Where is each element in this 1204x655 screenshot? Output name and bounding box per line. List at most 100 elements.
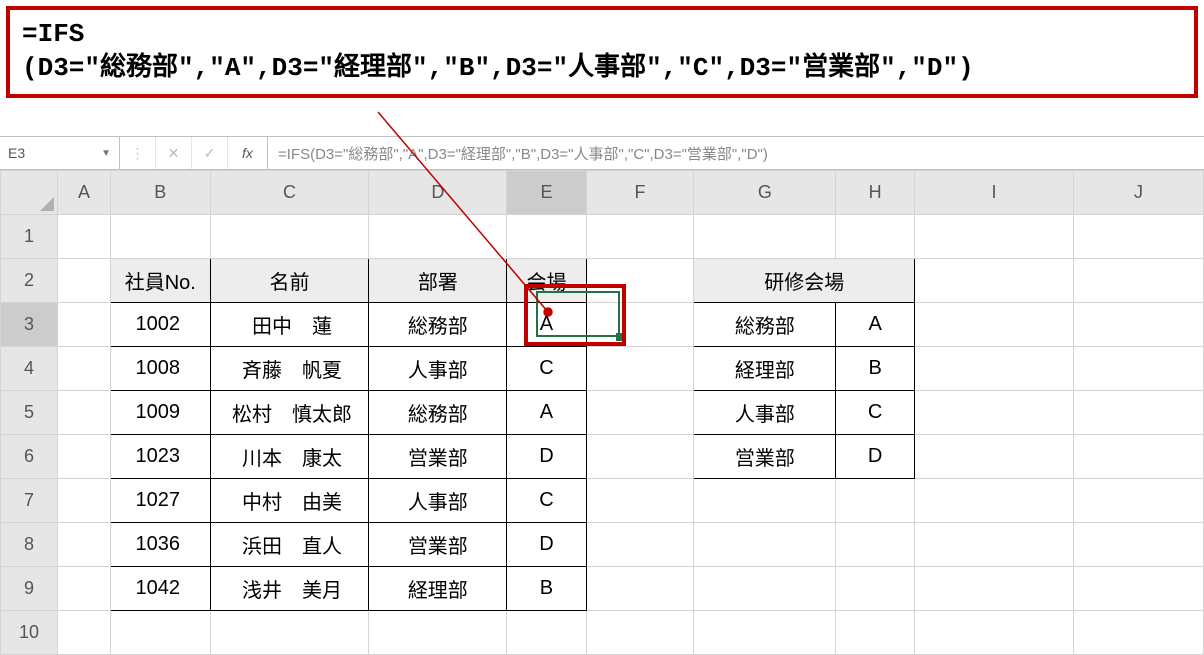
table-row[interactable]: 田中 蓮 — [210, 303, 369, 347]
cell[interactable] — [586, 391, 694, 435]
cell[interactable] — [507, 215, 586, 259]
table-row[interactable]: D — [507, 435, 586, 479]
cell[interactable] — [1074, 611, 1204, 655]
cell[interactable] — [369, 611, 507, 655]
col-header-F[interactable]: F — [586, 171, 694, 215]
table-row[interactable]: 人事部 — [369, 347, 507, 391]
table-row[interactable]: 経理部 — [694, 347, 836, 391]
cell[interactable] — [915, 259, 1074, 303]
table-row[interactable]: A — [836, 303, 915, 347]
cell[interactable] — [58, 523, 111, 567]
table-row[interactable]: 1027 — [110, 479, 210, 523]
row-header-3[interactable]: 3 — [1, 303, 58, 347]
cell[interactable] — [836, 567, 915, 611]
row-header-9[interactable]: 9 — [1, 567, 58, 611]
cell[interactable] — [1074, 479, 1204, 523]
cell[interactable] — [694, 523, 836, 567]
table-row[interactable]: 経理部 — [369, 567, 507, 611]
formula-input[interactable]: =IFS(D3="総務部","A",D3="経理部","B",D3="人事部",… — [268, 137, 1204, 169]
row-header-2[interactable]: 2 — [1, 259, 58, 303]
cell[interactable] — [110, 215, 210, 259]
table-row[interactable]: 1009 — [110, 391, 210, 435]
col-header-E[interactable]: E — [507, 171, 586, 215]
cell[interactable] — [915, 347, 1074, 391]
col-header-H[interactable]: H — [836, 171, 915, 215]
cell[interactable] — [586, 303, 694, 347]
cell[interactable] — [586, 215, 694, 259]
row-header-10[interactable]: 10 — [1, 611, 58, 655]
cell[interactable] — [915, 567, 1074, 611]
table-row[interactable]: B — [836, 347, 915, 391]
col-header-C[interactable]: C — [210, 171, 369, 215]
name-box[interactable]: E3 ▼ — [0, 137, 120, 169]
cell[interactable] — [915, 391, 1074, 435]
col-header-A[interactable]: A — [58, 171, 111, 215]
cell[interactable] — [58, 303, 111, 347]
selected-cell[interactable]: A — [507, 303, 586, 347]
table-row[interactable]: 人事部 — [694, 391, 836, 435]
table1-header-no[interactable]: 社員No. — [110, 259, 210, 303]
row-header-6[interactable]: 6 — [1, 435, 58, 479]
col-header-B[interactable]: B — [110, 171, 210, 215]
cell[interactable] — [1074, 391, 1204, 435]
table2-header[interactable]: 研修会場 — [694, 259, 915, 303]
confirm-icon[interactable]: ✓ — [192, 137, 228, 169]
table-row[interactable]: 1042 — [110, 567, 210, 611]
table-row[interactable]: 1023 — [110, 435, 210, 479]
table-row[interactable]: 1008 — [110, 347, 210, 391]
cell[interactable] — [58, 435, 111, 479]
cell[interactable] — [58, 479, 111, 523]
cell[interactable] — [1074, 215, 1204, 259]
cell[interactable] — [915, 215, 1074, 259]
cell[interactable] — [915, 479, 1074, 523]
table-row[interactable]: C — [836, 391, 915, 435]
cell[interactable] — [369, 215, 507, 259]
cell[interactable] — [586, 567, 694, 611]
cell[interactable] — [836, 523, 915, 567]
cell[interactable] — [110, 611, 210, 655]
cell[interactable] — [915, 611, 1074, 655]
cell[interactable] — [915, 303, 1074, 347]
spreadsheet-grid[interactable]: A B C D E F G H I J 1 2 社員No. 名前 部署 会場 研… — [0, 170, 1204, 653]
cell[interactable] — [1074, 523, 1204, 567]
formula-more-icon[interactable]: ⋮ — [120, 137, 156, 169]
table-row[interactable]: 人事部 — [369, 479, 507, 523]
cell[interactable] — [586, 259, 694, 303]
table-row[interactable]: D — [507, 523, 586, 567]
cell[interactable] — [915, 523, 1074, 567]
cell[interactable] — [586, 435, 694, 479]
table-row[interactable]: 営業部 — [694, 435, 836, 479]
fx-icon[interactable]: fx — [228, 137, 268, 169]
cell[interactable] — [58, 259, 111, 303]
cell[interactable] — [694, 611, 836, 655]
row-header-7[interactable]: 7 — [1, 479, 58, 523]
cell[interactable] — [1074, 303, 1204, 347]
cell[interactable] — [694, 567, 836, 611]
cell[interactable] — [58, 347, 111, 391]
cell[interactable] — [210, 215, 369, 259]
col-header-G[interactable]: G — [694, 171, 836, 215]
col-header-I[interactable]: I — [915, 171, 1074, 215]
cell[interactable] — [586, 523, 694, 567]
cell[interactable] — [836, 611, 915, 655]
table-row[interactable]: 総務部 — [369, 303, 507, 347]
cell[interactable] — [1074, 435, 1204, 479]
cell[interactable] — [210, 611, 369, 655]
cell[interactable] — [1074, 567, 1204, 611]
chevron-down-icon[interactable]: ▼ — [101, 148, 111, 159]
table1-header-dept[interactable]: 部署 — [369, 259, 507, 303]
cell[interactable] — [58, 611, 111, 655]
cell[interactable] — [915, 435, 1074, 479]
cell[interactable] — [58, 391, 111, 435]
row-header-1[interactable]: 1 — [1, 215, 58, 259]
table-row[interactable]: 営業部 — [369, 523, 507, 567]
row-header-4[interactable]: 4 — [1, 347, 58, 391]
table-row[interactable]: D — [836, 435, 915, 479]
table-row[interactable]: 松村 慎太郎 — [210, 391, 369, 435]
table-row[interactable]: B — [507, 567, 586, 611]
table-row[interactable]: 1002 — [110, 303, 210, 347]
table1-header-name[interactable]: 名前 — [210, 259, 369, 303]
cell[interactable] — [586, 611, 694, 655]
cell[interactable] — [694, 215, 836, 259]
table-row[interactable]: C — [507, 479, 586, 523]
